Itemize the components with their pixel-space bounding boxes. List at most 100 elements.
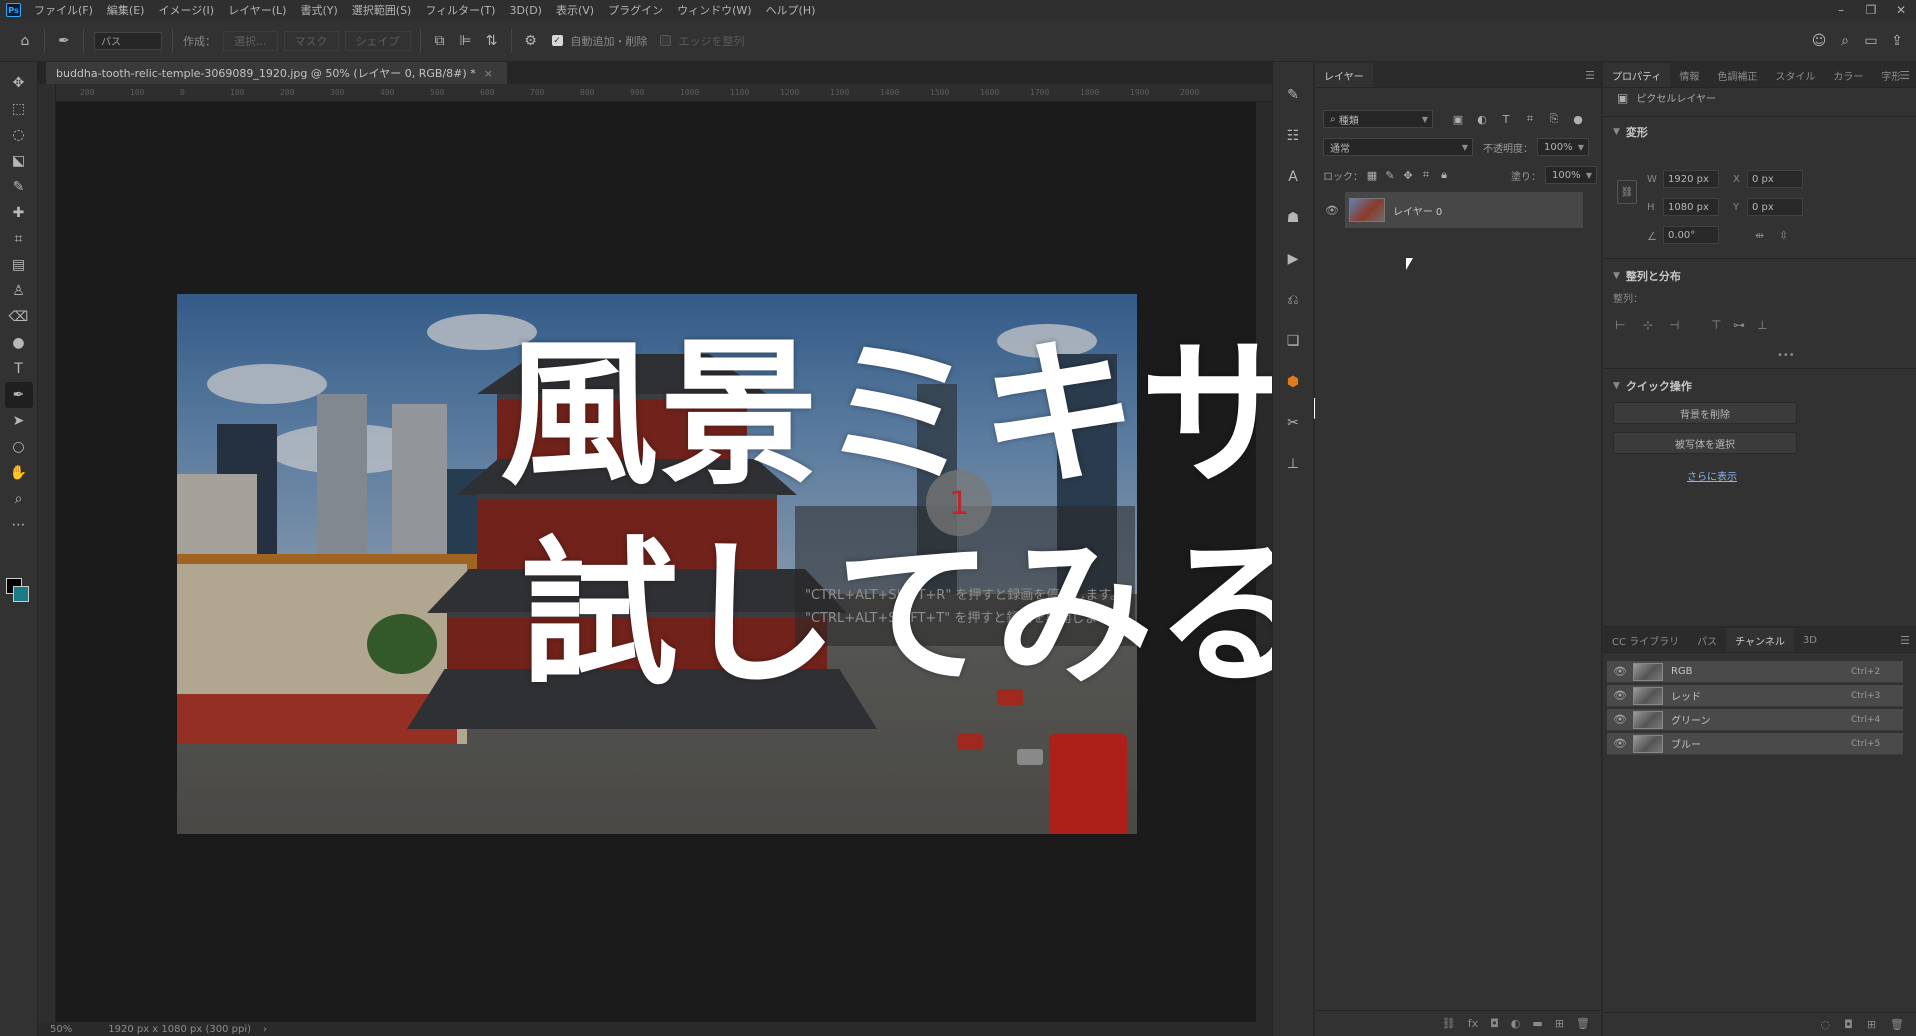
show-more-link[interactable]: さらに表示 bbox=[1687, 468, 1737, 483]
lock-position-icon[interactable]: ✥ bbox=[1399, 166, 1417, 184]
filter-toggle-icon[interactable]: ● bbox=[1569, 110, 1587, 128]
load-selection-icon[interactable]: ◌ bbox=[1821, 1018, 1831, 1031]
healing-tool-icon[interactable]: ✚ bbox=[5, 200, 33, 226]
filter-adjustment-icon[interactable]: ◐ bbox=[1473, 110, 1491, 128]
lock-pixels-icon[interactable]: ✎ bbox=[1381, 166, 1399, 184]
dodge-tool-icon[interactable]: ● bbox=[5, 330, 33, 356]
hand-tool-icon[interactable]: ✋ bbox=[5, 460, 33, 486]
channel-row-rgb[interactable]: 👁︎ RGB Ctrl+2 bbox=[1607, 661, 1903, 683]
tab-layers[interactable]: レイヤー bbox=[1315, 63, 1373, 87]
pen-tool-icon[interactable]: ✒ bbox=[4, 382, 33, 408]
channel-visibility-eye-icon[interactable]: 👁︎ bbox=[1613, 665, 1627, 678]
tab-color[interactable]: カラー bbox=[1824, 63, 1872, 87]
menu-view[interactable]: 表示(V) bbox=[549, 2, 601, 18]
type-tool-icon[interactable]: T bbox=[5, 356, 33, 382]
more-tools-icon[interactable]: ⋯ bbox=[5, 512, 33, 538]
flip-horizontal-icon[interactable]: ⇹ bbox=[1755, 229, 1764, 242]
path-selection-tool-icon[interactable]: ➤ bbox=[5, 408, 33, 434]
menu-select[interactable]: 選択範囲(S) bbox=[345, 2, 419, 18]
workspace-icon[interactable]: ▭ bbox=[1858, 28, 1884, 54]
object-selection-tool-icon[interactable]: ⬕ bbox=[5, 148, 33, 174]
horizontal-ruler[interactable]: 200 100 0 100 200 300 400 500 600 700 800 900 1000 11… bbox=[56, 84, 1272, 102]
filter-shape-icon[interactable]: ⌗ bbox=[1521, 110, 1539, 128]
tab-paths[interactable]: パス bbox=[1688, 628, 1726, 652]
align-bottom-icon[interactable]: ⊥ bbox=[1757, 318, 1767, 332]
lock-artboard-icon[interactable]: ⌗ bbox=[1417, 166, 1435, 184]
align-right-icon[interactable]: ⊣ bbox=[1669, 318, 1679, 332]
close-window-button[interactable]: ✕ bbox=[1886, 0, 1916, 20]
marquee-tool-icon[interactable]: ⬚ bbox=[5, 96, 33, 122]
adjustment-layer-icon[interactable]: ◐ bbox=[1511, 1017, 1521, 1030]
angle-field[interactable]: 0.00° bbox=[1663, 226, 1719, 244]
width-field[interactable]: 1920 px bbox=[1663, 170, 1719, 188]
share-user-icon[interactable]: ☺ bbox=[1806, 28, 1832, 54]
zoom-level[interactable]: 50% bbox=[50, 1024, 72, 1035]
gradient-tool-icon[interactable]: ▤ bbox=[5, 252, 33, 278]
y-field[interactable]: 0 px bbox=[1747, 198, 1803, 216]
add-mask-icon[interactable]: ◘ bbox=[1490, 1017, 1499, 1030]
layer-kind-filter[interactable]: ⌕ 種類 ▼ bbox=[1323, 110, 1433, 128]
x-field[interactable]: 0 px bbox=[1747, 170, 1803, 188]
ellipse-tool-icon[interactable]: ○ bbox=[5, 434, 33, 460]
tab-info[interactable]: 情報 bbox=[1670, 63, 1708, 87]
channel-row-red[interactable]: 👁︎ レッド Ctrl+3 bbox=[1607, 685, 1903, 707]
filter-type-icon[interactable]: T bbox=[1497, 110, 1515, 128]
auto-add-delete-checkbox[interactable]: ✓ bbox=[551, 35, 563, 46]
trash-icon[interactable]: 🗑︎ bbox=[1576, 1017, 1590, 1030]
channel-visibility-eye-icon[interactable]: 👁︎ bbox=[1613, 689, 1627, 702]
close-document-icon[interactable]: × bbox=[484, 67, 493, 80]
fx-icon[interactable]: fx bbox=[1468, 1017, 1478, 1030]
vertical-ruler[interactable] bbox=[38, 84, 56, 1024]
channel-row-green[interactable]: 👁︎ グリーン Ctrl+4 bbox=[1607, 709, 1903, 731]
quick-actions-section-header[interactable]: ▼ クイック操作 bbox=[1613, 378, 1692, 394]
transform-section-header[interactable]: ▼ 変形 bbox=[1613, 124, 1648, 140]
character-icon[interactable]: A bbox=[1279, 162, 1307, 192]
3d-cube-icon[interactable]: ⬢ bbox=[1279, 367, 1307, 397]
clone-stamp-tool-icon[interactable]: ♙ bbox=[5, 278, 33, 304]
new-layer-icon[interactable]: ⊞ bbox=[1555, 1017, 1564, 1030]
menu-3d[interactable]: 3D(D) bbox=[502, 4, 549, 17]
make-shape-button[interactable]: シェイプ bbox=[344, 30, 411, 51]
flip-vertical-icon[interactable]: ⇳ bbox=[1779, 229, 1788, 242]
new-group-icon[interactable]: ▬ bbox=[1532, 1017, 1542, 1030]
opacity-field[interactable]: 100% ▼ bbox=[1537, 138, 1589, 156]
pen-tool-preset-icon[interactable]: ✒ bbox=[51, 28, 77, 54]
align-section-header[interactable]: ▼ 整列と分布 bbox=[1613, 268, 1681, 284]
move-tool-icon[interactable]: ✥ bbox=[5, 70, 33, 96]
tab-3d[interactable]: 3D bbox=[1794, 628, 1826, 652]
history-icon[interactable]: ⎌ bbox=[1279, 285, 1307, 315]
menu-file[interactable]: ファイル(F) bbox=[27, 2, 100, 18]
lock-all-icon[interactable]: 🔒︎ bbox=[1435, 166, 1453, 184]
panel-menu-icon[interactable]: ☰ bbox=[1900, 69, 1910, 82]
menu-plugins[interactable]: プラグイン bbox=[601, 2, 670, 18]
lock-transparent-icon[interactable]: ▦ bbox=[1363, 166, 1381, 184]
layer-row[interactable]: レイヤー 0 bbox=[1345, 192, 1583, 228]
menu-filter[interactable]: フィルター(T) bbox=[418, 2, 502, 18]
path-operations-icon[interactable]: ⧉ bbox=[427, 28, 453, 54]
restore-button[interactable]: ❐ bbox=[1856, 0, 1886, 20]
gear-icon[interactable]: ⚙ bbox=[518, 28, 544, 54]
actions-play-icon[interactable]: ▶ bbox=[1279, 244, 1307, 274]
status-menu-arrow[interactable]: › bbox=[263, 1024, 267, 1035]
menu-edit[interactable]: 編集(E) bbox=[100, 2, 152, 18]
link-dimensions-icon[interactable]: ⛓ bbox=[1617, 180, 1637, 204]
glyphs-icon[interactable]: ☗ bbox=[1279, 203, 1307, 233]
adjustments-icon[interactable]: ☷ bbox=[1279, 121, 1307, 151]
more-options-icon[interactable]: ••• bbox=[1777, 350, 1795, 361]
align-top-icon[interactable]: ⊤ bbox=[1711, 318, 1721, 332]
clone-source-icon[interactable]: ❏ bbox=[1279, 326, 1307, 356]
make-mask-button[interactable]: マスク bbox=[283, 30, 339, 51]
align-left-icon[interactable]: ⊢ bbox=[1615, 318, 1625, 332]
panel-menu-icon[interactable]: ☰ bbox=[1585, 69, 1595, 82]
height-field[interactable]: 1080 px bbox=[1663, 198, 1719, 216]
menu-type[interactable]: 書式(Y) bbox=[293, 2, 344, 18]
layer-visibility-eye-icon[interactable]: 👁︎ bbox=[1325, 204, 1339, 217]
tab-adjustments[interactable]: 色調補正 bbox=[1708, 63, 1766, 87]
remove-background-button[interactable]: 背景を削除 bbox=[1613, 402, 1797, 424]
panel-menu-icon[interactable]: ☰ bbox=[1900, 634, 1910, 647]
menu-help[interactable]: ヘルプ(H) bbox=[759, 2, 823, 18]
menu-layer[interactable]: レイヤー(L) bbox=[221, 2, 293, 18]
search-icon[interactable]: ⌕ bbox=[1832, 28, 1858, 54]
make-selection-button[interactable]: 選択... bbox=[223, 30, 278, 51]
background-color-swatch[interactable] bbox=[13, 586, 29, 602]
